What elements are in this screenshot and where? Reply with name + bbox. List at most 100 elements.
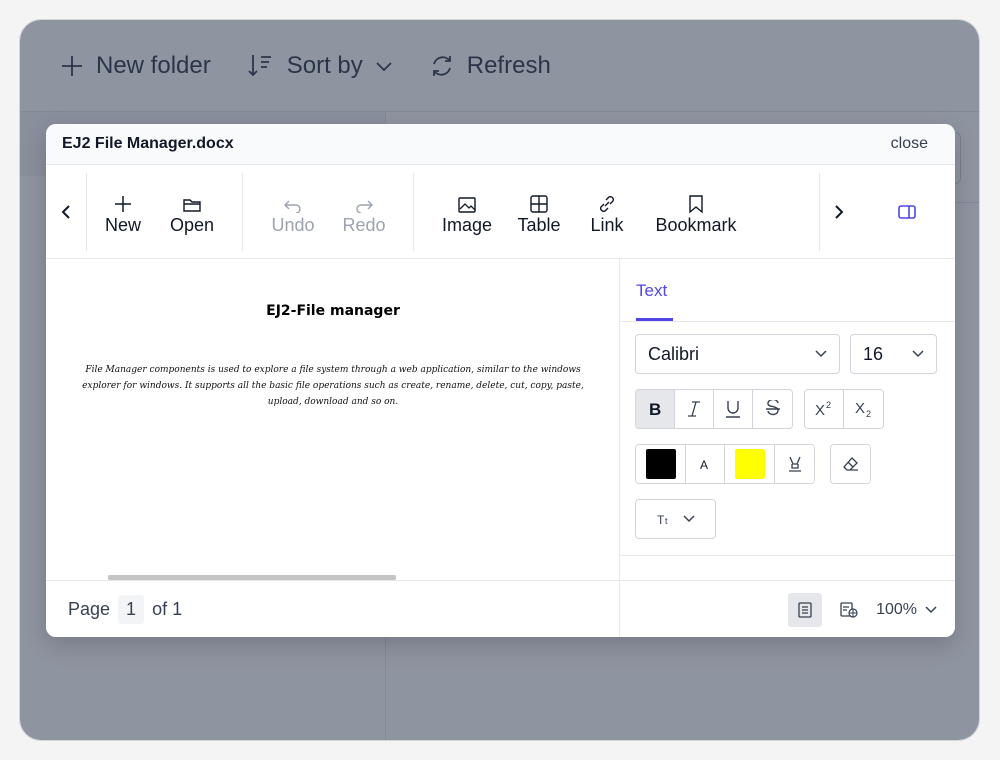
close-button[interactable]: close xyxy=(891,135,928,153)
folder-icon xyxy=(183,198,201,212)
font-family-dropdown[interactable]: Calibri xyxy=(635,334,840,374)
web-layout-button[interactable] xyxy=(832,593,866,627)
tab-text[interactable]: Text xyxy=(636,281,667,301)
bookmark-icon xyxy=(689,194,703,213)
redo-label: Redo xyxy=(342,214,386,235)
strikethrough-button[interactable] xyxy=(753,390,792,428)
redo-icon xyxy=(356,200,373,213)
bookmark-button[interactable]: Bookmark xyxy=(651,165,741,259)
chevron-down-icon xyxy=(682,515,695,523)
page-count-label: of 1 xyxy=(152,599,183,619)
highlight-button[interactable] xyxy=(775,445,814,483)
print-layout-button[interactable] xyxy=(788,592,823,627)
sidebar-panel-icon xyxy=(898,205,916,219)
superscript-icon: X2 xyxy=(815,401,831,417)
svg-text:A: A xyxy=(700,458,708,471)
editor-toolbar: New Open Undo Redo Image Table Link Book… xyxy=(46,165,955,259)
view-controls: 100% xyxy=(788,581,937,637)
app-frame: New folder Sort by Refresh EJ2 File Mana… xyxy=(19,19,980,741)
open-button[interactable]: Open xyxy=(166,165,218,259)
zoom-dropdown[interactable]: 100% xyxy=(876,601,937,619)
image-button[interactable]: Image xyxy=(439,165,495,259)
scroll-left-button[interactable] xyxy=(46,165,86,259)
image-label: Image xyxy=(441,214,493,235)
undo-label: Undo xyxy=(271,214,315,235)
subscript-button[interactable]: X2 xyxy=(844,390,883,428)
page-indicator: Page 1 of 1 xyxy=(68,581,182,637)
toggle-properties-pane-button[interactable] xyxy=(887,165,927,259)
font-color-icon: A xyxy=(700,458,708,471)
undo-button[interactable]: Undo xyxy=(268,165,318,259)
plus-icon xyxy=(115,195,131,212)
italic-button[interactable] xyxy=(675,390,714,428)
dialog-header: EJ2 File Manager.docx close xyxy=(46,124,955,165)
underline-button[interactable] xyxy=(714,390,753,428)
svg-text:B: B xyxy=(649,401,661,417)
text-properties-pane: Text Calibri 16 B X 2 X 2 A T t xyxy=(620,259,955,580)
chevron-down-icon xyxy=(912,350,924,358)
eraser-icon xyxy=(842,457,858,471)
bookmark-label: Bookmark xyxy=(655,214,737,235)
bold-button[interactable]: B xyxy=(636,390,675,428)
new-button[interactable]: New xyxy=(101,165,145,259)
page-label: Page xyxy=(68,599,111,619)
document-canvas[interactable]: EJ2-File manager File Manager components… xyxy=(46,259,620,580)
italic-icon xyxy=(688,401,700,417)
svg-text:2: 2 xyxy=(866,409,871,418)
new-label: New xyxy=(104,214,141,235)
tab-divider xyxy=(620,321,955,322)
toolbar-separator xyxy=(242,173,243,251)
zoom-value: 100% xyxy=(876,600,917,618)
page-icon xyxy=(798,601,812,618)
font-size-dropdown[interactable]: 16 xyxy=(850,334,937,374)
web-layout-icon xyxy=(840,601,858,618)
table-icon xyxy=(530,194,548,213)
superscript-button[interactable]: X2 xyxy=(805,390,844,428)
svg-text:2: 2 xyxy=(826,401,831,410)
toolbar-separator xyxy=(413,173,414,251)
font-family-value: Calibri xyxy=(648,343,700,364)
strikethrough-icon xyxy=(765,400,780,416)
clear-formatting-button[interactable] xyxy=(831,445,870,483)
redo-button[interactable]: Redo xyxy=(341,165,387,259)
page-number-input[interactable]: 1 xyxy=(118,595,145,624)
document-paragraph: File Manager components is used to explo… xyxy=(82,365,584,407)
undo-icon xyxy=(284,200,301,213)
highlight-color-swatch[interactable] xyxy=(725,445,775,483)
font-color-swatch[interactable] xyxy=(636,445,686,483)
svg-text:X: X xyxy=(815,402,825,417)
underline-icon xyxy=(726,401,740,418)
highlight-color-preview xyxy=(734,449,765,479)
link-button[interactable]: Link xyxy=(587,165,627,259)
status-divider xyxy=(619,581,620,637)
link-icon xyxy=(600,195,614,212)
open-label: Open xyxy=(169,214,215,235)
document-heading: EJ2-File manager xyxy=(266,303,400,319)
color-group: A xyxy=(635,444,815,484)
image-icon xyxy=(458,196,476,213)
chevron-down-icon xyxy=(925,605,937,613)
svg-text:T: T xyxy=(657,513,665,526)
chevron-down-icon xyxy=(815,350,827,358)
document-editor-dialog: EJ2 File Manager.docx close New Open Und… xyxy=(46,124,955,637)
highlighter-icon xyxy=(788,456,801,472)
bold-icon: B xyxy=(649,401,661,417)
font-color-preview xyxy=(645,449,676,479)
scroll-right-button[interactable] xyxy=(819,165,859,259)
table-label: Table xyxy=(517,214,561,235)
text-case-dropdown[interactable]: Tt xyxy=(635,499,716,539)
svg-text:X: X xyxy=(855,400,865,417)
dialog-title: EJ2 File Manager.docx xyxy=(62,135,234,152)
text-style-group: B xyxy=(635,389,793,429)
chevron-left-icon xyxy=(61,205,70,219)
change-case-icon: Tt xyxy=(657,513,668,526)
font-size-value: 16 xyxy=(863,343,884,364)
chevron-right-icon xyxy=(835,205,844,219)
status-bar: Page 1 of 1 100% xyxy=(46,580,955,637)
subscript-icon: X2 xyxy=(855,400,871,418)
font-color-button[interactable]: A xyxy=(686,445,725,483)
table-button[interactable]: Table xyxy=(515,165,563,259)
svg-text:t: t xyxy=(665,516,668,526)
link-label: Link xyxy=(590,214,624,235)
clear-format-group xyxy=(830,444,871,484)
